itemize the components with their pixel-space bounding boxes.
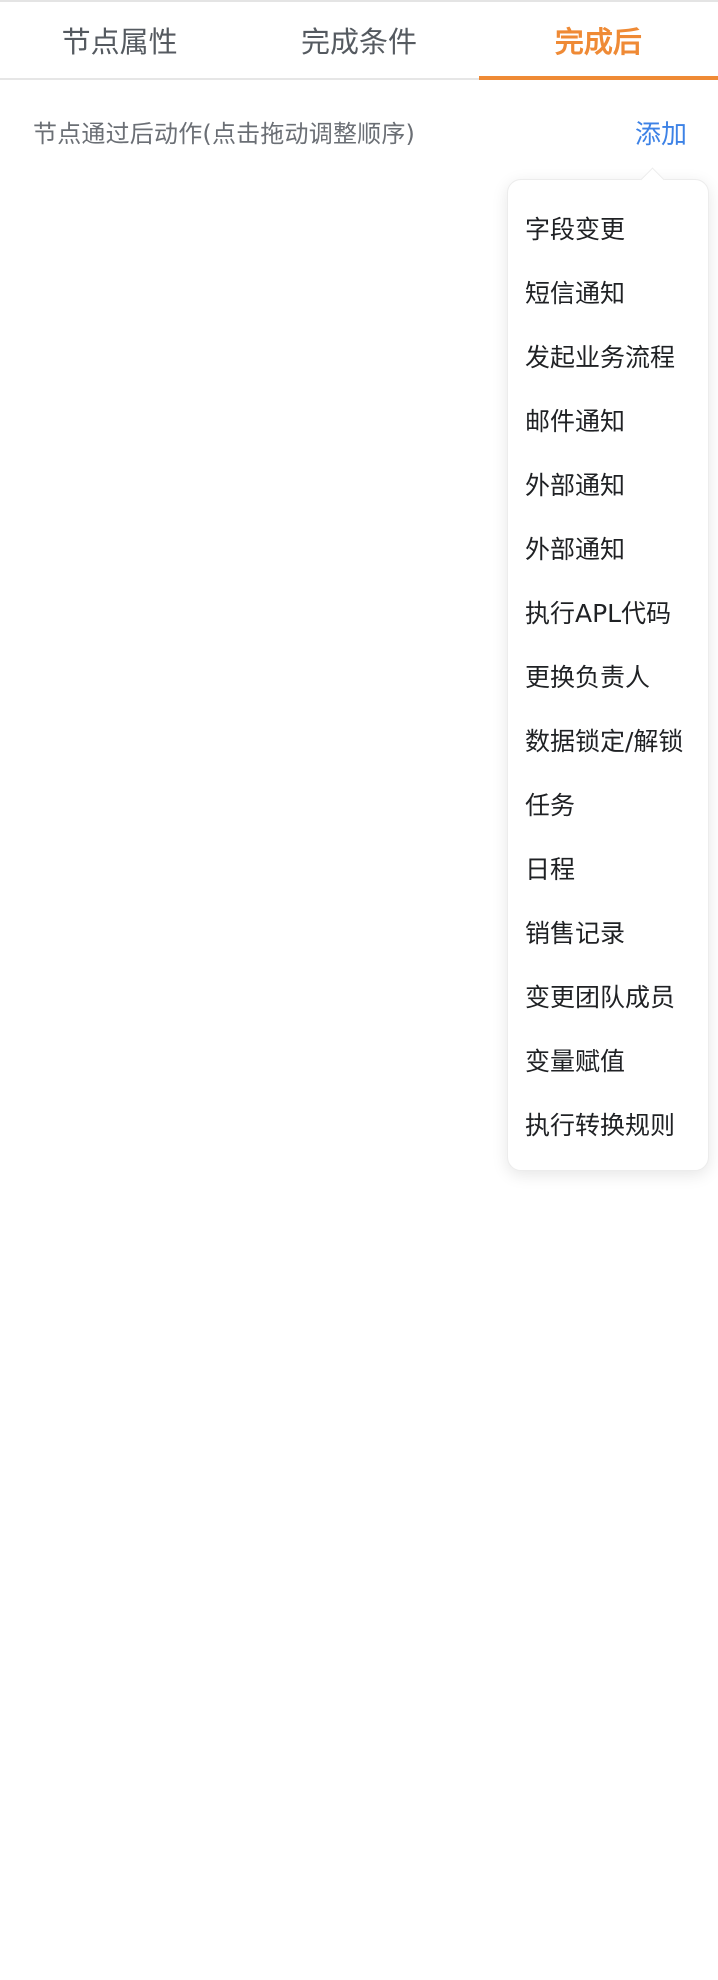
menu-item-field-change[interactable]: 字段变更 — [508, 196, 708, 260]
menu-item-run-apl-code[interactable]: 执行APL代码 — [508, 580, 708, 644]
add-action-dropdown: 字段变更 短信通知 发起业务流程 邮件通知 外部通知 外部通知 执行APL代码 … — [507, 167, 709, 1171]
menu-item-sales-record[interactable]: 销售记录 — [508, 900, 708, 964]
actions-section-header: 节点通过后动作(点击拖动调整顺序) 添加 — [0, 80, 718, 184]
tab-node-properties[interactable]: 节点属性 — [0, 2, 239, 78]
menu-item-schedule[interactable]: 日程 — [508, 836, 708, 900]
tab-after-completion[interactable]: 完成后 — [478, 2, 718, 80]
menu-item-external-notification-2[interactable]: 外部通知 — [508, 516, 708, 580]
menu-item-email-notification[interactable]: 邮件通知 — [508, 388, 708, 452]
menu-item-run-conversion-rule[interactable]: 执行转换规则 — [508, 1092, 708, 1156]
menu-item-external-notification[interactable]: 外部通知 — [508, 452, 708, 516]
menu-item-change-team-members[interactable]: 变更团队成员 — [508, 964, 708, 1028]
add-action-link[interactable]: 添加 — [635, 114, 687, 151]
menu-item-start-business-flow[interactable]: 发起业务流程 — [508, 324, 708, 388]
menu-item-sms-notification[interactable]: 短信通知 — [508, 260, 708, 324]
tab-bar: 节点属性 完成条件 完成后 — [0, 2, 718, 80]
menu-item-variable-assignment[interactable]: 变量赋值 — [508, 1028, 708, 1092]
actions-section-label: 节点通过后动作(点击拖动调整顺序) — [33, 120, 416, 148]
menu-item-change-owner[interactable]: 更换负责人 — [508, 644, 708, 708]
menu-item-task[interactable]: 任务 — [508, 772, 708, 836]
menu-item-data-lock-unlock[interactable]: 数据锁定/解锁 — [508, 708, 708, 772]
tab-completion-conditions[interactable]: 完成条件 — [239, 2, 478, 78]
